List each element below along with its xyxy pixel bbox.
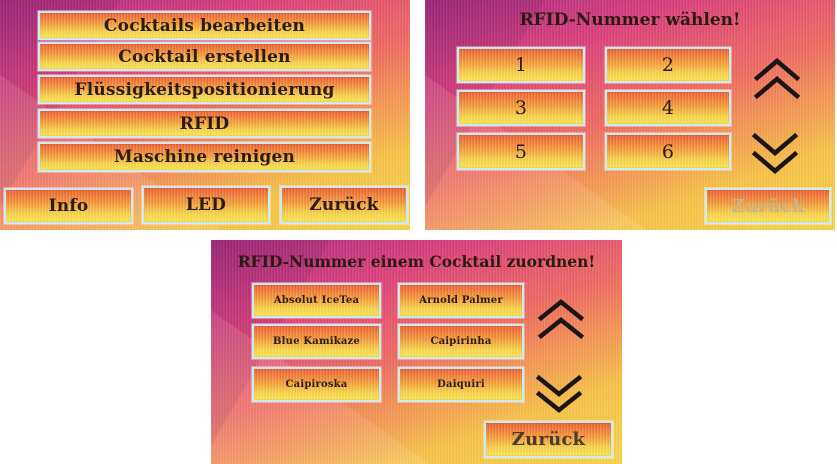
cocktail-label: Arnold Palmer — [419, 295, 503, 306]
info-label: Info — [48, 196, 89, 216]
rfid-number-label: 2 — [661, 54, 675, 76]
clean-machine-label: Maschine reinigen — [113, 147, 296, 167]
cocktail-button-arnold-palmer[interactable]: Arnold Palmer — [398, 283, 524, 318]
rfid-number-label: 4 — [661, 97, 675, 119]
cocktail-button-caipirinha[interactable]: Caipirinha — [398, 324, 524, 359]
rfid-number-6-button[interactable]: 6 — [605, 133, 731, 170]
cocktail-button-blue-kamikaze[interactable]: Blue Kamikaze — [252, 324, 381, 359]
create-cocktail-button[interactable]: Cocktail erstellen — [38, 42, 371, 71]
rfid-number-label: 1 — [514, 54, 528, 76]
double-chevron-down-icon[interactable] — [535, 372, 583, 418]
rfid-select-title: RFID-Nummer wählen! — [519, 10, 741, 30]
rfid-number-5-button[interactable]: 5 — [457, 133, 585, 170]
rfid-assign-back-button[interactable]: Zurück — [484, 421, 613, 458]
rfid-number-label: 6 — [661, 140, 675, 163]
liquid-positioning-button[interactable]: Flüssigkeitspositionierung — [38, 75, 371, 104]
led-button[interactable]: LED — [142, 186, 270, 224]
cocktail-button-absolut-icetea[interactable]: Absolut IceTea — [252, 283, 381, 318]
double-chevron-up-icon[interactable] — [537, 296, 585, 342]
main-menu-screen: Cocktails bearbeiten Cocktail erstellen … — [0, 0, 410, 230]
info-button[interactable]: Info — [4, 188, 133, 224]
cocktail-label: Daiquiri — [437, 379, 485, 390]
rfid-assign-screen: RFID-Nummer einem Cocktail zuordnen! Abs… — [211, 240, 622, 464]
rfid-select-back-label: Zurück — [731, 195, 805, 217]
double-chevron-up-icon[interactable] — [753, 54, 801, 102]
rfid-label: RFID — [179, 113, 230, 134]
cocktail-button-caipiroska[interactable]: Caipiroska — [252, 367, 381, 402]
cocktail-label: Blue Kamikaze — [273, 336, 360, 347]
menu-back-button[interactable]: Zurück — [280, 186, 408, 224]
create-cocktail-label: Cocktail erstellen — [118, 46, 291, 67]
rfid-number-2-button[interactable]: 2 — [605, 47, 731, 83]
cocktail-button-daiquiri[interactable]: Daiquiri — [398, 367, 524, 402]
clean-machine-button[interactable]: Maschine reinigen — [38, 142, 371, 172]
led-label: LED — [185, 195, 227, 215]
rfid-assign-back-label: Zurück — [511, 429, 586, 450]
liquid-positioning-label: Flüssigkeitspositionierung — [74, 79, 335, 100]
cocktail-label: Absolut IceTea — [273, 295, 360, 306]
cocktail-label: Caipiroska — [285, 379, 348, 390]
rfid-number-3-button[interactable]: 3 — [457, 90, 585, 126]
rfid-assign-title: RFID-Nummer einem Cocktail zuordnen! — [237, 252, 596, 271]
edit-cocktails-label: Cocktails bearbeiten — [103, 15, 306, 36]
rfid-select-back-button[interactable]: Zurück — [705, 188, 831, 224]
rfid-number-label: 3 — [514, 97, 528, 119]
rfid-number-label: 5 — [514, 140, 528, 163]
menu-back-label: Zurück — [309, 195, 379, 215]
double-chevron-down-icon[interactable] — [751, 130, 799, 178]
edit-cocktails-button[interactable]: Cocktails bearbeiten — [38, 11, 371, 40]
cocktail-label: Caipirinha — [430, 336, 492, 347]
rfid-number-1-button[interactable]: 1 — [457, 47, 585, 83]
rfid-select-screen: RFID-Nummer wählen! 1 2 3 4 5 6 Zurück — [425, 0, 835, 230]
rfid-button[interactable]: RFID — [38, 109, 371, 138]
rfid-number-4-button[interactable]: 4 — [605, 90, 731, 126]
